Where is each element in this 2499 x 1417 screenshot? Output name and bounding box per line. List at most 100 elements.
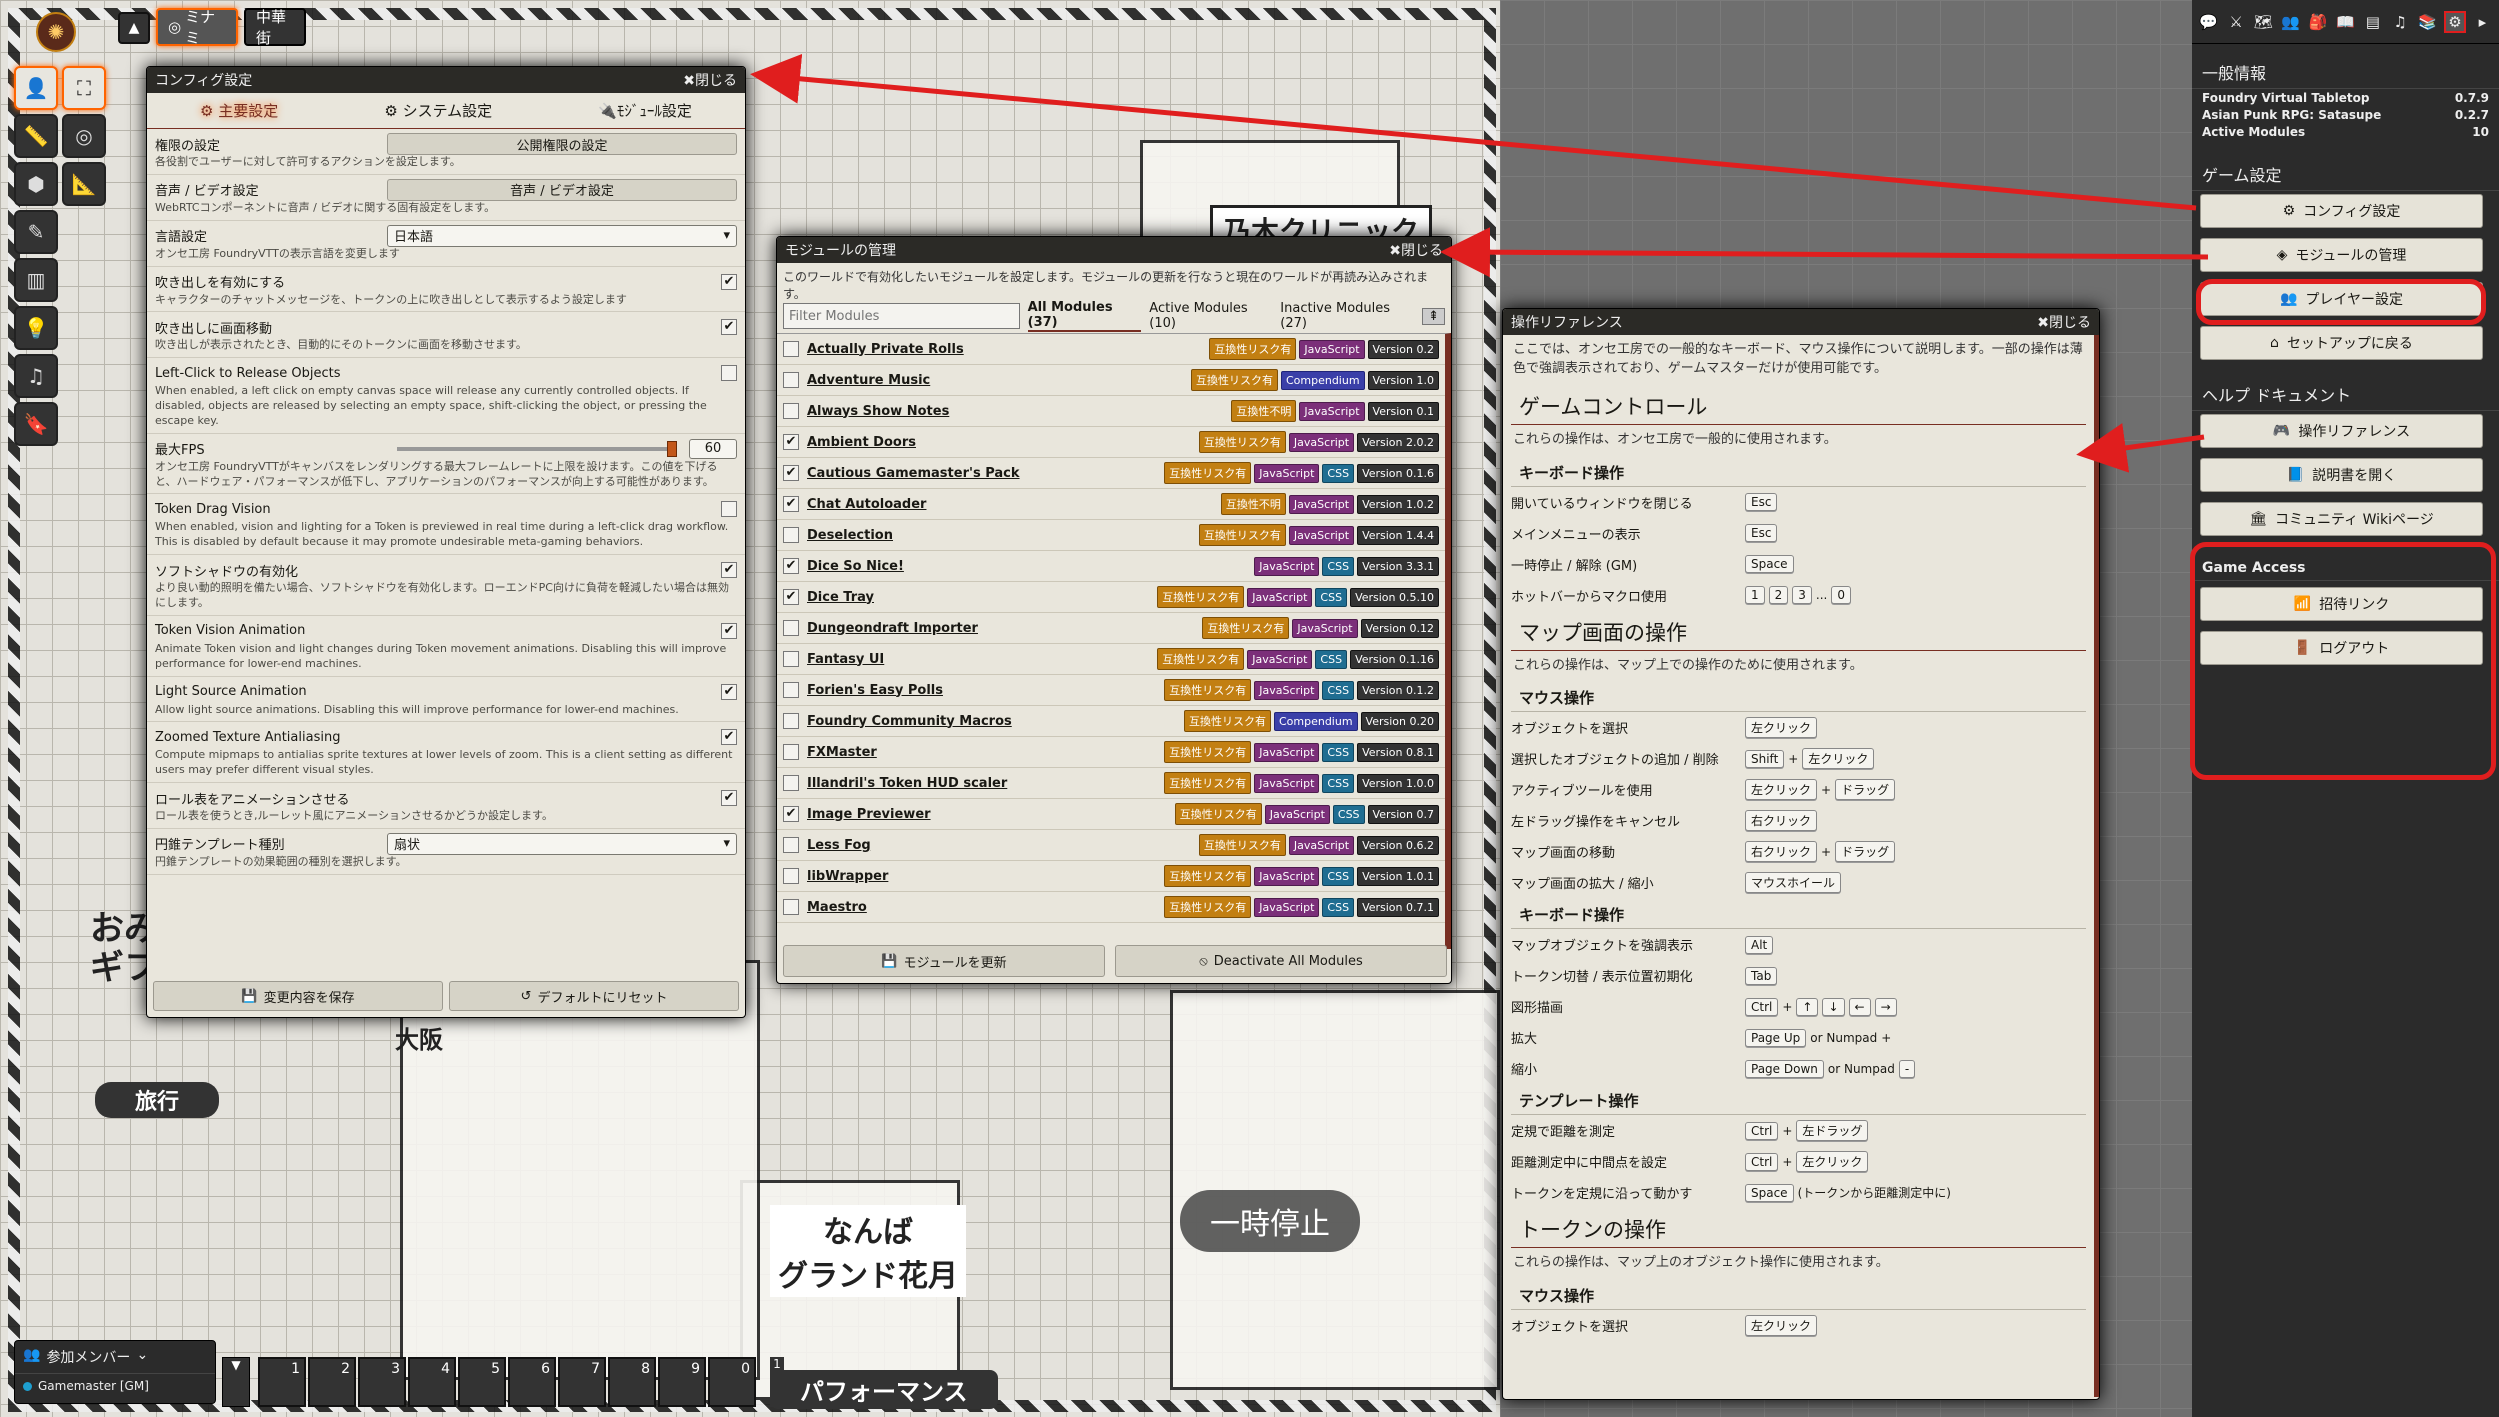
range-slider[interactable] xyxy=(397,440,677,457)
module-checkbox[interactable]: ✔ xyxy=(783,434,799,450)
journal-icon[interactable]: 📖 xyxy=(2335,13,2356,31)
module-name[interactable]: Maestro xyxy=(807,900,1161,915)
module-name[interactable]: Chat Autoloader xyxy=(807,497,1218,512)
players-list[interactable]: 👥 参加メンバー ⌄ Gamemaster [GM] xyxy=(14,1340,216,1404)
module-checkbox[interactable] xyxy=(783,682,799,698)
module-checkbox[interactable] xyxy=(783,372,799,388)
configure-settings-button[interactable]: ⚙ コンフィグ設定 xyxy=(2200,194,2483,228)
module-checkbox[interactable] xyxy=(783,341,799,357)
tab-module-settings[interactable]: 🔌ﾓｼﾞｭｰﾙ設定 xyxy=(598,100,692,121)
setting-checkbox[interactable]: ✔ xyxy=(721,729,737,746)
module-name[interactable]: Fantasy UI xyxy=(807,652,1154,667)
module-checkbox[interactable] xyxy=(783,527,799,543)
module-checkbox[interactable] xyxy=(783,837,799,853)
drawing-controls-button[interactable]: ✎ xyxy=(14,210,58,254)
module-name[interactable]: Actually Private Rolls xyxy=(807,342,1206,357)
chat-icon[interactable]: 💬 xyxy=(2198,13,2219,31)
hotbar-page-control[interactable]: 1 xyxy=(770,1357,784,1407)
module-checkbox[interactable]: ✔ xyxy=(783,806,799,822)
controls-reference-button[interactable]: 🎮 操作リファレンス xyxy=(2200,414,2483,448)
tab-core-settings[interactable]: ⚙ 主要設定 xyxy=(200,100,278,121)
module-name[interactable]: Adventure Music xyxy=(807,373,1188,388)
combat-icon[interactable]: ⚔ xyxy=(2225,13,2246,31)
manage-modules-button[interactable]: ◈ モジュールの管理 xyxy=(2200,238,2483,272)
macro-slot[interactable]: 6 xyxy=(508,1357,556,1407)
module-name[interactable]: FXMaster xyxy=(807,745,1161,760)
modules-window-header[interactable]: モジュールの管理 ✖閉じる xyxy=(777,237,1451,263)
setting-checkbox[interactable] xyxy=(721,501,737,518)
scene-tab-chinatown[interactable]: 中華街 xyxy=(244,8,306,47)
module-filter-input[interactable] xyxy=(783,303,1020,329)
module-checkbox[interactable] xyxy=(783,868,799,884)
collapse-nav-button[interactable]: ▲ xyxy=(118,12,150,44)
module-name[interactable]: Illandril's Token HUD scaler xyxy=(807,776,1161,791)
select-tool-button[interactable]: ⛶ xyxy=(62,66,106,110)
macro-slot[interactable]: 7 xyxy=(558,1357,606,1407)
hotbar-lock-button[interactable]: ▼ xyxy=(222,1357,250,1407)
module-checkbox[interactable] xyxy=(783,403,799,419)
update-modules-button[interactable]: 💾 モジュールを更新 xyxy=(783,945,1105,977)
setting-checkbox[interactable]: ✔ xyxy=(721,790,737,807)
ruler-tool-button[interactable]: 📐 xyxy=(62,162,106,206)
macro-slot[interactable]: 9 xyxy=(658,1357,706,1407)
settings-icon[interactable]: ⚙ xyxy=(2444,10,2466,33)
close-button[interactable]: ✖閉じる xyxy=(1389,240,1443,260)
setting-checkbox[interactable]: ✔ xyxy=(721,562,737,579)
module-checkbox[interactable] xyxy=(783,899,799,915)
scenes-icon[interactable]: 🗺 xyxy=(2253,13,2274,31)
tab-active-modules[interactable]: Active Modules (10) xyxy=(1149,301,1272,331)
reset-defaults-button[interactable]: ↺ デフォルトにリセット xyxy=(449,981,739,1011)
compendium-icon[interactable]: 📚 xyxy=(2417,13,2438,31)
setting-button[interactable]: 音声 / ビデオ設定 xyxy=(387,178,737,201)
sound-controls-button[interactable]: ♫ xyxy=(14,354,58,398)
macro-slot[interactable]: 2 xyxy=(308,1357,356,1407)
items-icon[interactable]: 🎒 xyxy=(2307,13,2328,31)
macro-slot[interactable]: 0 xyxy=(708,1357,756,1407)
module-checkbox[interactable] xyxy=(783,713,799,729)
collapse-sidebar-icon[interactable]: ▸ xyxy=(2472,13,2493,31)
range-thumb[interactable] xyxy=(667,440,677,457)
setting-select[interactable]: 扇状 ▾ xyxy=(387,832,737,855)
close-button[interactable]: ✖閉じる xyxy=(683,70,737,90)
module-checkbox[interactable] xyxy=(783,651,799,667)
deactivate-all-button[interactable]: ⦸ Deactivate All Modules xyxy=(1115,945,1447,977)
save-settings-button[interactable]: 💾 変更内容を保存 xyxy=(153,981,443,1011)
tiles-controls-button[interactable]: ⬢ xyxy=(14,162,58,206)
community-wiki-button[interactable]: 🏛 コミュニティ Wikiページ xyxy=(2200,502,2483,536)
setting-checkbox[interactable]: ✔ xyxy=(721,319,737,336)
module-checkbox[interactable]: ✔ xyxy=(783,496,799,512)
token-controls-button[interactable]: 👤 xyxy=(14,66,58,110)
macro-slot[interactable]: 8 xyxy=(608,1357,656,1407)
config-window-header[interactable]: コンフィグ設定 ✖閉じる xyxy=(147,67,745,93)
return-to-setup-button[interactable]: ⌂ セットアップに戻る xyxy=(2200,326,2483,360)
tab-all-modules[interactable]: All Modules (37) xyxy=(1027,300,1142,332)
module-name[interactable]: libWrapper xyxy=(807,869,1161,884)
macro-slot[interactable]: 1 xyxy=(258,1357,306,1407)
module-name[interactable]: Foundry Community Macros xyxy=(807,714,1181,729)
setting-select[interactable]: 日本語 ▾ xyxy=(387,224,737,247)
setting-checkbox[interactable] xyxy=(721,365,737,382)
collapse-icon[interactable]: ⇞ xyxy=(1422,307,1445,325)
playlists-icon[interactable]: ♫ xyxy=(2390,13,2411,31)
module-name[interactable]: Forien's Easy Polls xyxy=(807,683,1161,698)
module-name[interactable]: Deselection xyxy=(807,528,1196,543)
tab-inactive-modules[interactable]: Inactive Modules (27) xyxy=(1280,301,1414,331)
setting-checkbox[interactable]: ✔ xyxy=(721,622,737,639)
module-name[interactable]: Dice Tray xyxy=(807,590,1154,605)
module-checkbox[interactable] xyxy=(783,620,799,636)
module-checkbox[interactable]: ✔ xyxy=(783,465,799,481)
measure-controls-button[interactable]: 📏 xyxy=(14,114,58,158)
macro-slot[interactable]: 5 xyxy=(458,1357,506,1407)
module-name[interactable]: Always Show Notes xyxy=(807,404,1228,419)
open-manual-button[interactable]: 📘 説明書を開く xyxy=(2200,458,2483,492)
module-name[interactable]: Dice So Nice! xyxy=(807,559,1251,574)
setting-checkbox[interactable]: ✔ xyxy=(721,273,737,290)
setting-checkbox[interactable]: ✔ xyxy=(721,683,737,700)
module-checkbox[interactable]: ✔ xyxy=(783,558,799,574)
lighting-controls-button[interactable]: 💡 xyxy=(14,306,58,350)
foundry-logo-icon[interactable]: ✺ xyxy=(36,12,76,52)
module-name[interactable]: Dungeondraft Importer xyxy=(807,621,1199,636)
reference-window-header[interactable]: 操作リファレンス ✖閉じる xyxy=(1503,309,2099,335)
close-button[interactable]: ✖閉じる xyxy=(2037,312,2091,332)
target-tool-button[interactable]: ◎ xyxy=(62,114,106,158)
